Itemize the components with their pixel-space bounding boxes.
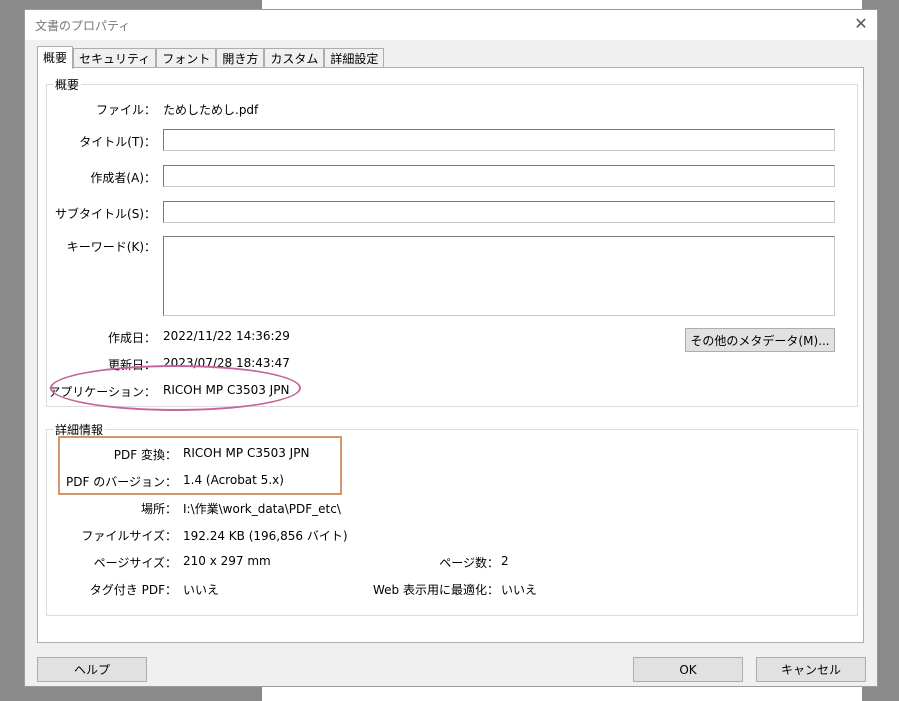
document-properties-dialog: 文書のプロパティ ✕ 概要 セキュリティ フォント 開き方 カスタム 詳細設定 …: [24, 9, 878, 687]
tab-custom[interactable]: カスタム: [264, 48, 325, 69]
ok-button[interactable]: OK: [633, 657, 743, 682]
modified-value: 2023/07/28 18:43:47: [163, 356, 290, 370]
page-count-label: ページ数：: [439, 556, 499, 570]
author-label: 作成者(A)：: [90, 171, 156, 185]
tagged-pdf-label: タグ付き PDF：: [89, 583, 177, 597]
author-field[interactable]: [163, 165, 835, 187]
keywords-field[interactable]: [163, 236, 835, 316]
producer-label: PDF 変換：: [113, 448, 177, 462]
tab-initial-view[interactable]: 開き方: [216, 48, 265, 69]
file-size-label: ファイルサイズ：: [81, 529, 177, 543]
page-size-label: ページサイズ：: [93, 556, 177, 570]
details-legend: 詳細情報: [55, 423, 104, 437]
modified-label: 更新日：: [107, 358, 156, 372]
help-button[interactable]: ヘルプ: [37, 657, 147, 682]
fast-web-view-value: いいえ: [501, 583, 538, 597]
cancel-button[interactable]: キャンセル: [756, 657, 866, 682]
page-size-value: 210 x 297 mm: [183, 554, 271, 568]
keywords-label: キーワード(K)：: [66, 240, 156, 254]
subject-field[interactable]: [163, 201, 835, 223]
application-label: アプリケーション：: [48, 385, 156, 399]
tab-advanced[interactable]: 詳細設定: [324, 48, 385, 69]
title-label: タイトル(T)：: [79, 135, 156, 149]
created-value: 2022/11/22 14:36:29: [163, 329, 290, 343]
subject-label: サブタイトル(S)：: [55, 207, 156, 221]
pdf-version-value: 1.4 (Acrobat 5.x): [183, 473, 284, 487]
file-value: ためしためし.pdf: [163, 103, 259, 117]
created-label: 作成日：: [107, 331, 156, 345]
summary-panel: 概要 ファイル： ためしためし.pdf タイトル(T)： 作成者(A)： サブタ…: [37, 67, 864, 643]
application-value: RICOH MP C3503 JPN: [163, 383, 290, 397]
tab-fonts[interactable]: フォント: [156, 48, 217, 69]
dialog-title: 文書のプロパティ: [35, 19, 131, 33]
close-icon[interactable]: ✕: [851, 14, 871, 34]
producer-value: RICOH MP C3503 JPN: [183, 446, 310, 460]
file-size-value: 192.24 KB (196,856 バイト): [183, 529, 348, 543]
file-label: ファイル：: [95, 103, 156, 117]
title-bar: 文書のプロパティ ✕: [25, 10, 877, 40]
tab-security[interactable]: セキュリティ: [73, 48, 157, 69]
summary-legend: 概要: [55, 78, 80, 92]
tagged-pdf-value: いいえ: [183, 583, 220, 597]
pdf-version-label: PDF のバージョン：: [66, 475, 177, 489]
fast-web-view-label: Web 表示用に最適化：: [373, 583, 499, 597]
location-label: 場所：: [140, 502, 177, 516]
page-count-value: 2: [501, 554, 509, 568]
more-metadata-button[interactable]: その他のメタデータ(M)...: [685, 328, 835, 352]
tab-summary[interactable]: 概要: [37, 46, 74, 69]
location-value: I:\作業\work_data\PDF_etc\: [183, 502, 341, 516]
title-field[interactable]: [163, 129, 835, 151]
tab-bar: 概要 セキュリティ フォント 開き方 カスタム 詳細設定: [37, 46, 385, 69]
